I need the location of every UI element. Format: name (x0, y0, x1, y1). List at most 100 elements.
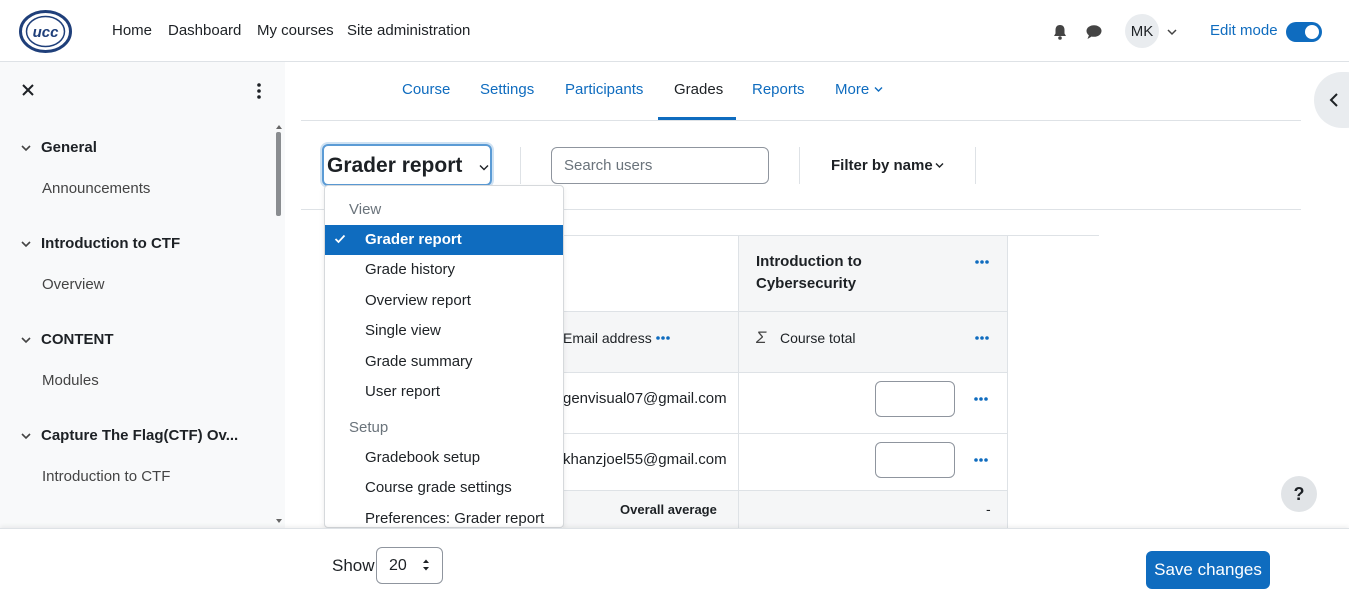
dropdown-item-label: Grade history (365, 261, 456, 278)
email-column-header[interactable]: Email address (563, 330, 652, 346)
chevron-down-icon[interactable] (874, 86, 883, 93)
email-column-actions-icon[interactable] (655, 335, 671, 341)
search-users-input[interactable] (552, 148, 768, 183)
dropdown-item-overview-report[interactable]: Overview report (325, 286, 563, 316)
dropdown-item-grader-report[interactable]: Grader report (325, 225, 563, 255)
dropdown-item-preferences-grader-report[interactable]: Preferences: Grader report (325, 504, 563, 527)
sticky-footer: Show 20 Save changes (0, 528, 1349, 598)
chevron-down-icon[interactable] (20, 334, 32, 346)
nav-dashboard[interactable]: Dashboard (168, 22, 241, 39)
tab-settings[interactable]: Settings (480, 81, 534, 98)
dropdown-item-label: Single view (365, 322, 441, 339)
dropdown-item-course-grade-settings[interactable]: Course grade settings (325, 473, 563, 503)
divider (520, 147, 521, 184)
save-changes-button[interactable]: Save changes (1146, 551, 1270, 589)
divider (1007, 491, 1008, 528)
tab-course[interactable]: Course (402, 81, 450, 98)
scroll-up-icon[interactable] (275, 124, 283, 130)
dropdown-header-view: View (349, 201, 382, 218)
chevron-down-icon[interactable] (20, 238, 32, 250)
block-drawer-toggle[interactable] (1314, 72, 1349, 128)
chevron-down-icon[interactable] (20, 430, 32, 442)
course-total-header[interactable]: Course total (780, 330, 855, 346)
messages-chat-icon[interactable] (1084, 22, 1104, 42)
notifications-bell-icon[interactable] (1050, 22, 1070, 42)
user-avatar[interactable]: MK (1125, 14, 1159, 48)
drawer-section-ctf-overview[interactable]: Capture The Flag(CTF) Ov... (41, 427, 238, 444)
search-users-box[interactable] (551, 147, 769, 184)
cell-actions-icon[interactable] (973, 457, 989, 463)
drawer-section-intro-ctf[interactable]: Introduction to CTF (41, 235, 180, 252)
dropdown-item-label: Grade summary (365, 353, 473, 370)
drawer-item-modules[interactable]: Modules (42, 372, 99, 389)
tab-grades[interactable]: Grades (674, 81, 723, 98)
logo-text: ucc (33, 24, 60, 41)
overall-average-value: - (986, 501, 991, 517)
dropdown-item-label: Preferences: Grader report (365, 510, 545, 527)
row-email: genvisual07@gmail.com (563, 390, 727, 407)
check-icon (334, 234, 346, 244)
report-selector-label: Grader report (327, 154, 463, 177)
top-navbar: ucc Home Dashboard My courses Site admin… (0, 0, 1349, 62)
chevron-down-icon[interactable] (1167, 28, 1177, 36)
divider (975, 147, 976, 184)
divider (799, 147, 800, 184)
show-label: Show (332, 556, 375, 575)
dropdown-header-setup: Setup (349, 419, 389, 436)
sigma-icon: Σ (756, 328, 767, 347)
chevron-down-icon[interactable] (20, 142, 32, 154)
course-index-drawer: General Announcements Introduction to CT… (0, 62, 285, 528)
drawer-item-introduction-ctf[interactable]: Introduction to CTF (42, 468, 170, 485)
divider (563, 433, 1008, 434)
dropdown-item-single-view[interactable]: Single view (325, 316, 563, 346)
tab-participants[interactable]: Participants (565, 81, 643, 98)
tab-more[interactable]: More (835, 81, 869, 98)
cell-actions-icon[interactable] (973, 396, 989, 402)
chevron-down-icon[interactable] (935, 162, 944, 169)
dropdown-item-user-report[interactable]: User report (325, 377, 563, 407)
dropdown-item-label: Overview report (365, 292, 471, 309)
nav-site-administration[interactable]: Site administration (347, 22, 470, 39)
kebab-menu-icon[interactable] (252, 82, 266, 100)
site-logo[interactable]: ucc (19, 10, 72, 53)
nav-my-courses[interactable]: My courses (257, 22, 334, 39)
category-actions-icon[interactable] (974, 259, 990, 265)
per-page-select[interactable]: 20 (376, 547, 443, 584)
filter-by-name-button[interactable]: Filter by name (831, 157, 933, 174)
per-page-value: 20 (389, 557, 407, 574)
grade-input[interactable] (875, 381, 955, 417)
nav-home[interactable]: Home (112, 22, 152, 39)
dropdown-item-grade-history[interactable]: Grade history (325, 255, 563, 285)
drawer-scroll-thumb[interactable] (276, 132, 281, 216)
drawer-scrollbar[interactable] (275, 124, 283, 524)
report-selector[interactable]: Grader report (322, 144, 492, 186)
drawer-item-announcements[interactable]: Announcements (42, 180, 150, 197)
tab-reports[interactable]: Reports (752, 81, 805, 98)
report-dropdown-menu: View Grader report Grade history Overvie… (324, 185, 564, 528)
divider (563, 372, 1008, 373)
row-email: khanzjoel55@gmail.com (563, 451, 727, 468)
dropdown-item-label: Grader report (365, 231, 462, 248)
category-header[interactable]: Introduction to Cybersecurity (756, 251, 906, 295)
dropdown-item-grade-summary[interactable]: Grade summary (325, 347, 563, 377)
drawer-section-content[interactable]: CONTENT (41, 331, 114, 348)
edit-mode-label: Edit mode (1210, 22, 1278, 39)
help-button[interactable]: ? (1281, 476, 1317, 512)
drawer-section-general[interactable]: General (41, 139, 97, 156)
scroll-down-icon[interactable] (275, 518, 283, 524)
drawer-item-overview[interactable]: Overview (42, 276, 105, 293)
email-header-cell: Email address (563, 312, 738, 372)
course-total-actions-icon[interactable] (974, 335, 990, 341)
dropdown-item-label: Gradebook setup (365, 449, 481, 466)
grade-input[interactable] (875, 442, 955, 478)
overall-average-label: Overall average (620, 502, 717, 517)
select-arrows-icon (423, 559, 429, 571)
dropdown-item-label: Course grade settings (365, 479, 512, 496)
edit-mode-toggle[interactable] (1286, 22, 1322, 42)
category-header-cell: Introduction to Cybersecurity (738, 236, 1008, 311)
course-total-header-cell: Σ Course total (738, 312, 1008, 372)
dropdown-item-label: User report (365, 383, 441, 400)
divider (738, 491, 739, 528)
close-icon[interactable] (20, 82, 36, 98)
dropdown-item-gradebook-setup[interactable]: Gradebook setup (325, 443, 563, 473)
